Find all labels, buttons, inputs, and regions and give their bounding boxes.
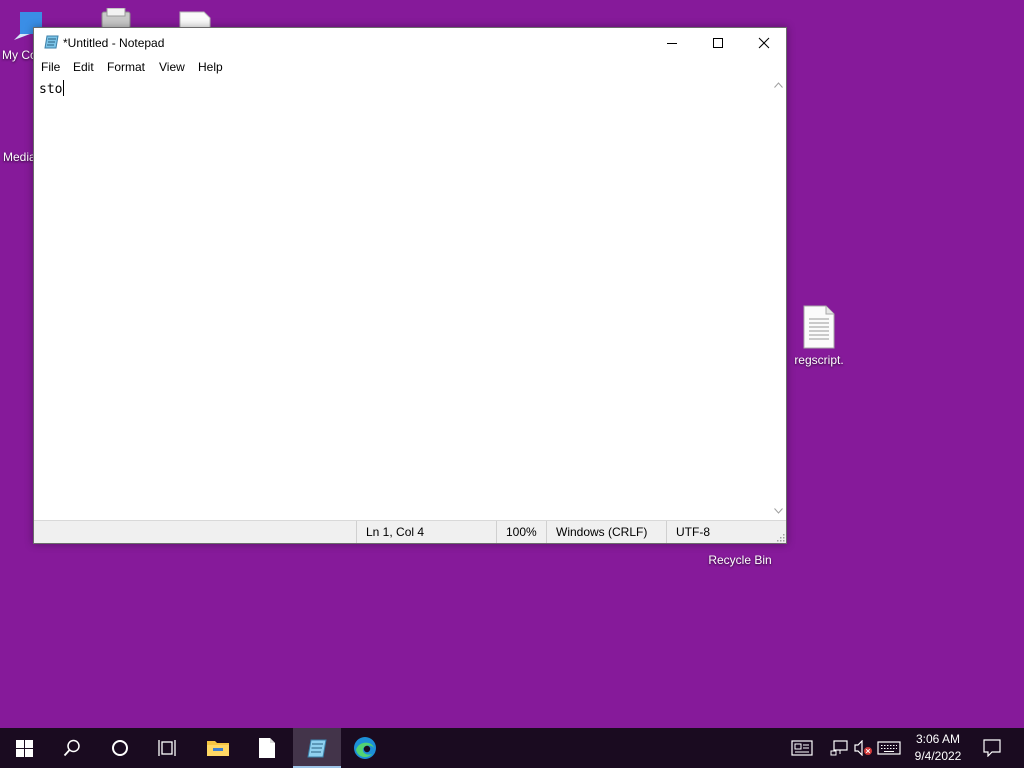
desktop: My Co Media regscript. Recycle Bin *Unti…: [0, 0, 1024, 728]
close-icon: [758, 37, 770, 49]
taskbar-edge[interactable]: [341, 728, 389, 768]
taskbar: 3:06 AM 9/4/2022: [0, 728, 1024, 768]
volume-button[interactable]: [851, 738, 875, 758]
status-zoom-text: 100%: [506, 525, 537, 539]
text-caret: [63, 80, 65, 96]
status-line-ending: Windows (CRLF): [546, 521, 666, 543]
scroll-up-icon[interactable]: [774, 82, 783, 88]
editor-text: sto: [39, 82, 63, 97]
start-button[interactable]: [0, 728, 48, 768]
maximize-button[interactable]: [695, 28, 741, 58]
taskbar-clock[interactable]: 3:06 AM 9/4/2022: [906, 731, 970, 765]
task-view-button[interactable]: [144, 728, 192, 768]
taskbar-notepad[interactable]: [293, 728, 341, 768]
resize-grip-icon[interactable]: [775, 532, 785, 542]
news-widget-button[interactable]: [790, 738, 814, 758]
status-zoom: 100%: [496, 521, 546, 543]
vertical-scrollbar[interactable]: [771, 77, 786, 520]
window-title: *Untitled - Notepad: [63, 36, 165, 50]
status-encoding: UTF-8: [666, 521, 786, 543]
status-position-text: Ln 1, Col 4: [366, 525, 425, 539]
desktop-icon-label: regscript.: [794, 353, 844, 367]
status-cursor-position: Ln 1, Col 4: [356, 521, 496, 543]
notepad-icon: [307, 739, 327, 758]
text-editor[interactable]: sto: [34, 77, 771, 520]
menu-bar: File Edit Format View Help: [34, 58, 786, 77]
touch-keyboard-button[interactable]: [877, 738, 901, 758]
taskbar-file[interactable]: [243, 728, 291, 768]
notepad-window[interactable]: *Untitled - Notepad File Edit Format Vie…: [33, 27, 787, 544]
desktop-icon-label: Recycle Bin: [708, 553, 772, 567]
blank-file-icon: [259, 738, 275, 758]
menu-view[interactable]: View: [159, 60, 185, 74]
cortana-button[interactable]: [96, 728, 144, 768]
clock-time: 3:06 AM: [915, 732, 961, 746]
taskbar-file-explorer[interactable]: [194, 728, 242, 768]
desktop-icon-regscript[interactable]: regscript.: [781, 305, 857, 367]
close-button[interactable]: [741, 28, 787, 58]
minimize-button[interactable]: [649, 28, 695, 58]
search-icon: [63, 739, 80, 757]
notification-icon: [983, 739, 1001, 757]
network-icon: [830, 740, 848, 756]
editor-content[interactable]: sto: [39, 80, 65, 97]
notepad-icon: [44, 35, 59, 49]
maximize-icon: [713, 38, 723, 48]
edge-icon: [354, 737, 376, 759]
folder-icon: [207, 741, 229, 756]
menu-format[interactable]: Format: [107, 60, 145, 74]
search-button[interactable]: [48, 728, 96, 768]
windows-logo-icon: [15, 739, 33, 757]
minimize-icon: [667, 43, 677, 44]
volume-muted-icon: [854, 740, 872, 756]
menu-help[interactable]: Help: [198, 60, 223, 74]
clock-date: 9/4/2022: [914, 749, 962, 763]
cortana-icon: [112, 740, 128, 756]
menu-edit[interactable]: Edit: [73, 60, 94, 74]
news-icon: [791, 740, 813, 756]
status-encoding-text: UTF-8: [676, 525, 710, 539]
title-bar[interactable]: *Untitled - Notepad: [34, 28, 786, 58]
status-line-ending-text: Windows (CRLF): [556, 525, 648, 539]
menu-file[interactable]: File: [41, 60, 60, 74]
scroll-down-icon[interactable]: [774, 508, 783, 514]
keyboard-icon: [877, 741, 901, 755]
desktop-icon-recycle-bin[interactable]: Recycle Bin: [702, 544, 778, 567]
task-view-icon: [158, 740, 176, 756]
network-button[interactable]: [827, 738, 851, 758]
status-bar: Ln 1, Col 4 100% Windows (CRLF) UTF-8: [34, 520, 786, 543]
notifications-button[interactable]: [980, 738, 1004, 758]
text-file-icon: [803, 305, 835, 349]
